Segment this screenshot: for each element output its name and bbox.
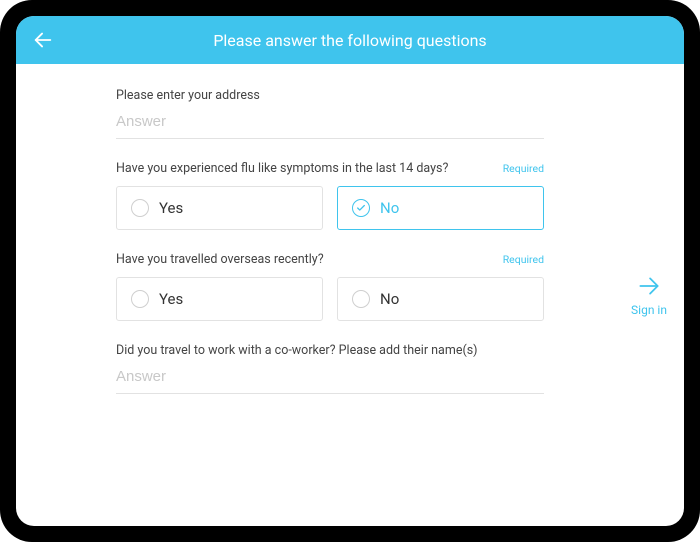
option-yes[interactable]: Yes [116, 186, 323, 230]
radio-icon [352, 290, 370, 308]
option-yes[interactable]: Yes [116, 277, 323, 321]
required-badge: Required [503, 253, 544, 266]
option-no[interactable]: No [337, 277, 544, 321]
options-row: Yes No [116, 277, 544, 321]
option-no[interactable]: No [337, 186, 544, 230]
back-button[interactable] [32, 29, 54, 51]
option-label: No [380, 290, 399, 308]
content: Please enter your address Have you exper… [16, 64, 684, 526]
question-flu-symptoms: Have you experienced flu like symptoms i… [116, 161, 544, 230]
header-bar: Please answer the following questions [16, 16, 684, 64]
radio-icon [131, 199, 149, 217]
question-coworker: Did you travel to work with a co-worker?… [116, 343, 544, 394]
coworker-input[interactable] [116, 364, 544, 394]
signin-button[interactable]: Sign in [614, 64, 684, 526]
radio-icon [131, 290, 149, 308]
radio-checked-icon [352, 199, 370, 217]
signin-label: Sign in [631, 303, 667, 317]
option-label: Yes [159, 290, 183, 308]
required-badge: Required [503, 162, 544, 175]
question-label: Did you travel to work with a co-worker?… [116, 343, 478, 358]
question-label: Please enter your address [116, 88, 260, 103]
option-label: No [380, 199, 399, 217]
arrow-right-icon [636, 273, 662, 299]
screen: Please answer the following questions Pl… [16, 16, 684, 526]
question-label: Have you experienced flu like symptoms i… [116, 161, 448, 176]
address-input[interactable] [116, 109, 544, 139]
question-label: Have you travelled overseas recently? [116, 252, 324, 267]
options-row: Yes No [116, 186, 544, 230]
form-area: Please enter your address Have you exper… [16, 64, 614, 526]
tablet-frame: Please answer the following questions Pl… [0, 0, 700, 542]
option-label: Yes [159, 199, 183, 217]
arrow-left-icon [32, 29, 54, 51]
question-address: Please enter your address [116, 88, 544, 139]
page-title: Please answer the following questions [213, 31, 486, 50]
question-travel-overseas: Have you travelled overseas recently? Re… [116, 252, 544, 321]
